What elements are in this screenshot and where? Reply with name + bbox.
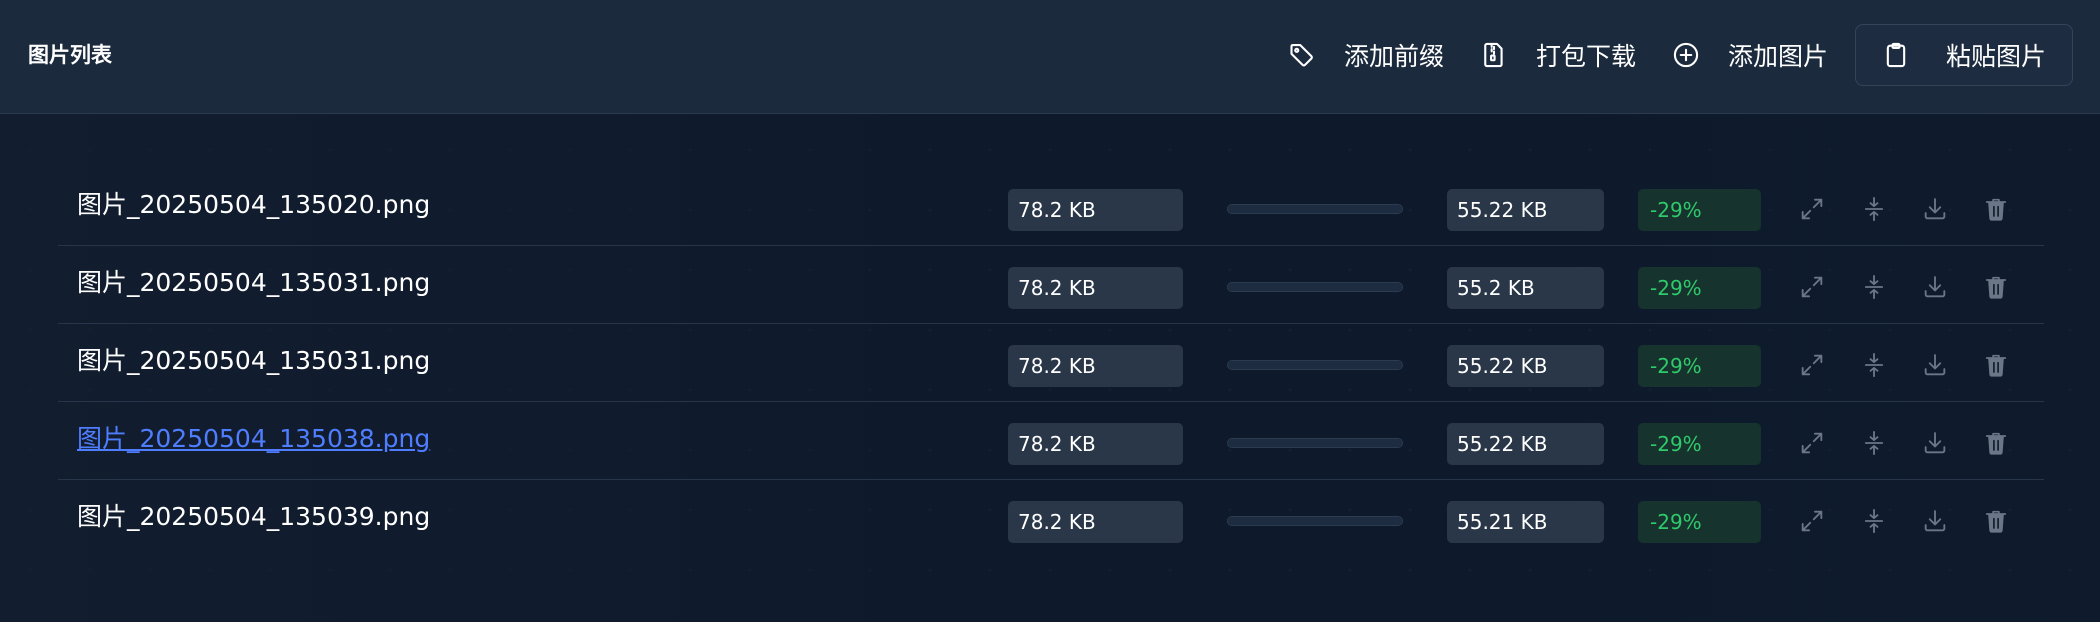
progress-fill bbox=[1228, 205, 1402, 213]
clipboard-icon bbox=[1882, 41, 1910, 69]
download-button[interactable] bbox=[1920, 272, 1950, 302]
add-image-label: 添加图片 bbox=[1727, 42, 1828, 71]
original-size-badge: 78.2 KB bbox=[1008, 267, 1183, 309]
download-icon bbox=[1921, 195, 1949, 223]
file-name: 图片_20250504_135020.png bbox=[77, 190, 431, 219]
file-row: 图片_20250504_135031.png 78.2 KB 55.2 KB -… bbox=[58, 246, 2044, 324]
file-row: 图片_20250504_135038.png 78.2 KB 55.22 KB … bbox=[58, 402, 2044, 480]
zip-file-icon bbox=[1480, 41, 1508, 69]
toolbar: 添加前缀 打包下载 添加图片 粘贴图片 bbox=[1270, 24, 2073, 86]
file-row: 图片_20250504_135039.png 78.2 KB 55.21 KB … bbox=[58, 480, 2044, 557]
trash-icon bbox=[1982, 507, 2010, 535]
download-button[interactable] bbox=[1920, 428, 1950, 458]
compress-icon bbox=[1860, 273, 1888, 301]
original-size-badge: 78.2 KB bbox=[1008, 345, 1183, 387]
trash-icon bbox=[1982, 429, 2010, 457]
delete-button[interactable] bbox=[1981, 428, 2011, 458]
compressed-size-badge: 55.2 KB bbox=[1447, 267, 1604, 309]
paste-image-button[interactable]: 粘贴图片 bbox=[1854, 24, 2073, 86]
preview-button[interactable] bbox=[1797, 272, 1827, 302]
compress-icon bbox=[1860, 507, 1888, 535]
delete-button[interactable] bbox=[1981, 506, 2011, 536]
paste-image-label: 粘贴图片 bbox=[1945, 42, 2046, 71]
compressed-size-badge: 55.21 KB bbox=[1447, 501, 1604, 543]
download-icon bbox=[1921, 273, 1949, 301]
compression-progress-bar bbox=[1227, 438, 1403, 448]
file-list: 图片_20250504_135020.png 78.2 KB 55.22 KB … bbox=[58, 168, 2044, 557]
delete-button[interactable] bbox=[1981, 194, 2011, 224]
tag-icon bbox=[1288, 41, 1316, 69]
compress-button[interactable] bbox=[1859, 350, 1889, 380]
compress-button[interactable] bbox=[1859, 506, 1889, 536]
download-button[interactable] bbox=[1920, 350, 1950, 380]
reduction-badge: -29% bbox=[1638, 189, 1761, 231]
compression-progress-bar bbox=[1227, 516, 1403, 526]
compression-progress-bar bbox=[1227, 282, 1403, 292]
download-icon bbox=[1921, 507, 1949, 535]
preview-button[interactable] bbox=[1797, 194, 1827, 224]
file-name[interactable]: 图片_20250504_135038.png bbox=[77, 422, 430, 456]
compress-button[interactable] bbox=[1859, 194, 1889, 224]
download-icon bbox=[1921, 429, 1949, 457]
reduction-badge: -29% bbox=[1638, 267, 1761, 309]
page-title: 图片列表 bbox=[28, 43, 112, 67]
preview-button[interactable] bbox=[1797, 506, 1827, 536]
download-icon bbox=[1921, 351, 1949, 379]
download-button[interactable] bbox=[1920, 194, 1950, 224]
preview-button[interactable] bbox=[1797, 350, 1827, 380]
compress-icon bbox=[1860, 429, 1888, 457]
add-image-button[interactable]: 添加图片 bbox=[1654, 24, 1846, 86]
original-size-badge: 78.2 KB bbox=[1008, 189, 1183, 231]
compression-progress-bar bbox=[1227, 360, 1403, 370]
add-prefix-label: 添加前缀 bbox=[1343, 42, 1444, 71]
image-compressor-app: 图片列表 添加前缀 打包下载 添加图片 粘贴图片 图片_20250504_135… bbox=[0, 0, 2100, 622]
expand-icon bbox=[1798, 429, 1826, 457]
expand-icon bbox=[1798, 195, 1826, 223]
pack-download-button[interactable]: 打包下载 bbox=[1462, 24, 1654, 86]
expand-icon bbox=[1798, 507, 1826, 535]
file-name: 图片_20250504_135039.png bbox=[77, 502, 431, 531]
progress-fill bbox=[1228, 361, 1402, 369]
progress-fill bbox=[1228, 439, 1402, 447]
compressed-size-badge: 55.22 KB bbox=[1447, 345, 1604, 387]
compress-button[interactable] bbox=[1859, 272, 1889, 302]
file-name: 图片_20250504_135031.png bbox=[77, 346, 431, 375]
trash-icon bbox=[1982, 195, 2010, 223]
trash-icon bbox=[1982, 351, 2010, 379]
compressed-size-badge: 55.22 KB bbox=[1447, 189, 1604, 231]
compression-progress-bar bbox=[1227, 204, 1403, 214]
delete-button[interactable] bbox=[1981, 272, 2011, 302]
reduction-badge: -29% bbox=[1638, 423, 1761, 465]
pack-download-label: 打包下载 bbox=[1535, 42, 1636, 71]
download-button[interactable] bbox=[1920, 506, 1950, 536]
delete-button[interactable] bbox=[1981, 350, 2011, 380]
file-row: 图片_20250504_135020.png 78.2 KB 55.22 KB … bbox=[58, 168, 2044, 246]
plus-circle-icon bbox=[1672, 41, 1700, 69]
trash-icon bbox=[1982, 273, 2010, 301]
compressed-size-badge: 55.22 KB bbox=[1447, 423, 1604, 465]
expand-icon bbox=[1798, 351, 1826, 379]
progress-fill bbox=[1228, 283, 1402, 291]
compress-icon bbox=[1860, 195, 1888, 223]
progress-fill bbox=[1228, 517, 1402, 525]
file-name: 图片_20250504_135031.png bbox=[77, 268, 431, 297]
compress-icon bbox=[1860, 351, 1888, 379]
preview-button[interactable] bbox=[1797, 428, 1827, 458]
add-prefix-button[interactable]: 添加前缀 bbox=[1270, 24, 1462, 86]
original-size-badge: 78.2 KB bbox=[1008, 501, 1183, 543]
original-size-badge: 78.2 KB bbox=[1008, 423, 1183, 465]
expand-icon bbox=[1798, 273, 1826, 301]
reduction-badge: -29% bbox=[1638, 345, 1761, 387]
file-row: 图片_20250504_135031.png 78.2 KB 55.22 KB … bbox=[58, 324, 2044, 402]
reduction-badge: -29% bbox=[1638, 501, 1761, 543]
header-bar: 图片列表 添加前缀 打包下载 添加图片 粘贴图片 bbox=[0, 0, 2100, 114]
compress-button[interactable] bbox=[1859, 428, 1889, 458]
